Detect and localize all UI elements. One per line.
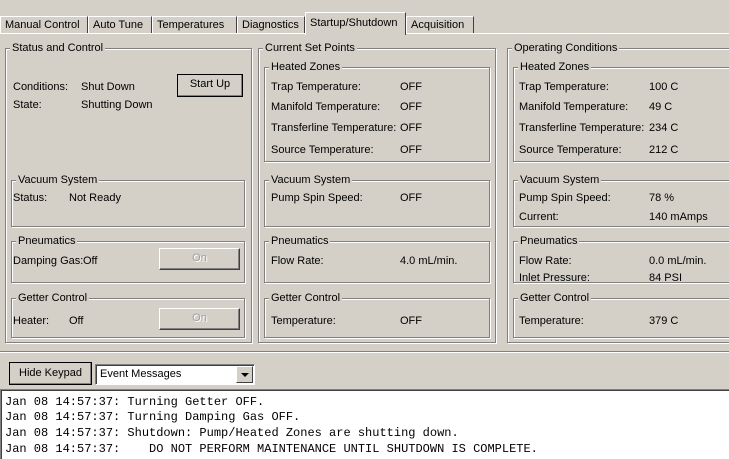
sp-source-value: OFF [400,144,422,156]
chevron-down-icon[interactable] [236,366,253,383]
tab-label: Auto Tune [93,19,144,31]
op-getter-temp-label: Temperature: [519,315,584,327]
vacuum-status-value: Not Ready [69,192,121,204]
sp-getter-temp-label: Temperature: [271,315,336,327]
sp-pump-value: OFF [400,192,422,204]
event-log[interactable]: Jan 08 14:57:37: Turning Getter OFF. Jan… [0,389,729,459]
op-inlet-value: 84 PSI [649,272,683,284]
group-title: Vacuum System [269,174,353,186]
group-title: Pneumatics [16,235,78,247]
tab-diagnostics[interactable]: Diagnostics [237,16,305,34]
log-line: Jan 08 14:57:37: DO NOT PERFORM MAINTENA… [5,442,538,456]
group-title: Vacuum System [16,174,100,186]
group-title: Status and Control [10,42,106,54]
heater-on-button[interactable]: On [159,308,240,330]
group-title: Pneumatics [269,235,331,247]
op-pump-label: Pump Spin Speed: [519,192,611,204]
tab-label: Temperatures [157,19,225,31]
op-transferline-value: 234 C [649,122,679,134]
op-current-label: Current: [519,211,559,223]
tab-temperatures[interactable]: Temperatures [152,16,237,34]
tab-auto-tune[interactable]: Auto Tune [88,16,152,34]
state-value: Shutting Down [81,99,153,111]
tab-label: Acquisition [411,19,465,31]
log-line: Jan 08 14:57:37: Turning Damping Gas OFF… [5,410,301,424]
log-line: Jan 08 14:57:37: Turning Getter OFF. [5,395,265,409]
group-title: Getter Control [269,292,343,304]
log-line: Jan 08 14:57:37: Shutdown: Pump/Heated Z… [5,426,459,440]
separator [0,351,729,353]
group-title: Getter Control [16,292,90,304]
sp-flow-label: Flow Rate: [271,255,324,267]
op-source-label: Source Temperature: [519,144,622,156]
group-title: Pneumatics [518,235,580,247]
message-type-select[interactable]: Event Messages [95,364,255,385]
op-flow-value: 0.0 mL/min. [649,255,707,267]
conditions-label: Conditions: [13,81,69,93]
tab-startup-shutdown[interactable]: Startup/Shutdown [305,12,406,35]
op-trap-value: 100 C [649,81,679,93]
conditions-value: Shut Down [81,81,135,93]
tab-label: Startup/Shutdown [310,17,398,29]
op-pump-value: 78 % [649,192,675,204]
group-title: Heated Zones [269,61,343,73]
tab-label: Manual Control [5,19,80,31]
sp-manifold-value: OFF [400,101,422,113]
tab-manual-control[interactable]: Manual Control [0,16,88,34]
message-type-value: Event Messages [100,368,182,380]
vacuum-status-label: Status: [13,192,48,204]
op-manifold-value: 49 C [649,101,673,113]
sp-pump-label: Pump Spin Speed: [271,192,363,204]
group-title: Operating Conditions [512,42,620,54]
state-label: State: [13,99,42,111]
sp-getter-temp-value: OFF [400,315,422,327]
sp-flow-value: 4.0 mL/min. [400,255,458,267]
start-up-button[interactable]: Start Up [177,74,243,97]
sp-trap-label: Trap Temperature: [271,81,361,93]
tab-label: Diagnostics [242,19,299,31]
op-source-value: 212 C [649,144,679,156]
sp-manifold-label: Manifold Temperature: [271,101,381,113]
op-trap-label: Trap Temperature: [519,81,609,93]
sp-trap-value: OFF [400,81,422,93]
hide-keypad-button[interactable]: Hide Keypad [9,362,92,385]
damping-gas-value: Off [83,255,98,267]
op-flow-label: Flow Rate: [519,255,572,267]
tab-acquisition[interactable]: Acquisition [406,16,474,34]
op-transferline-label: Transferline Temperature: [519,122,645,134]
sp-transferline-value: OFF [400,122,422,134]
heater-value: Off [69,315,84,327]
group-title: Getter Control [518,292,592,304]
group-title: Current Set Points [263,42,357,54]
op-inlet-label: Inlet Pressure: [519,272,590,284]
group-title: Heated Zones [518,61,592,73]
op-getter-temp-value: 379 C [649,315,679,327]
damping-gas-on-button[interactable]: On [159,248,240,270]
heater-label: Heater: [13,315,50,327]
op-manifold-label: Manifold Temperature: [519,101,629,113]
sp-source-label: Source Temperature: [271,144,374,156]
tab-bar: Manual Control Auto Tune Temperatures Di… [0,12,729,35]
op-current-value: 140 mAmps [649,211,708,223]
group-title: Vacuum System [518,174,602,186]
damping-gas-label: Damping Gas: [13,255,84,267]
sp-transferline-label: Transferline Temperature: [271,122,397,134]
